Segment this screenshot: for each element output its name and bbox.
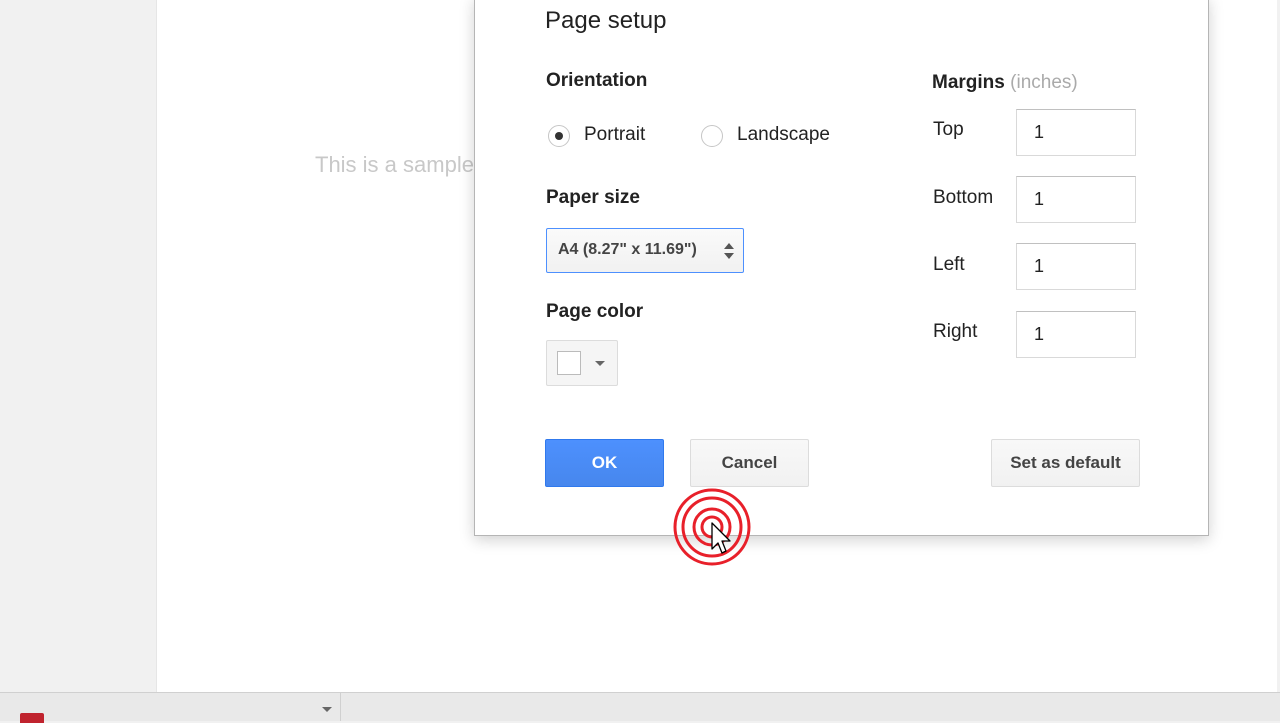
- margin-top-input[interactable]: [1016, 109, 1136, 156]
- margins-unit: (inches): [1010, 72, 1078, 93]
- margin-left-input[interactable]: [1016, 243, 1136, 290]
- cancel-button[interactable]: Cancel: [690, 439, 809, 487]
- ok-button[interactable]: OK: [545, 439, 664, 487]
- set-as-default-button[interactable]: Set as default: [991, 439, 1140, 487]
- portrait-radio[interactable]: [548, 125, 570, 147]
- color-swatch: [557, 351, 581, 375]
- page-color-label: Page color: [546, 301, 644, 322]
- landscape-radio[interactable]: [701, 125, 723, 147]
- margin-top-label: Top: [933, 119, 964, 140]
- taskbar: [0, 692, 1280, 723]
- chevron-down-icon[interactable]: [322, 707, 332, 712]
- margin-bottom-label: Bottom: [933, 187, 994, 208]
- document-body-text[interactable]: This is a sample: [315, 152, 474, 178]
- landscape-label[interactable]: Landscape: [737, 124, 830, 146]
- margin-right-input[interactable]: [1016, 311, 1136, 358]
- margin-right-label: Right: [933, 321, 978, 342]
- orientation-label: Orientation: [546, 70, 648, 91]
- margin-left-label: Left: [933, 254, 965, 275]
- margins-title: Margins: [932, 72, 1005, 93]
- select-arrows-icon: [724, 243, 734, 259]
- page-color-picker[interactable]: [546, 340, 618, 386]
- margins-label: Margins (inches): [932, 72, 1078, 94]
- page-setup-dialog: Page setup Orientation Portrait Landscap…: [474, 0, 1209, 536]
- paper-size-select[interactable]: A4 (8.27" x 11.69"): [546, 228, 744, 273]
- dialog-title: Page setup: [545, 7, 667, 34]
- app-icon: [20, 713, 44, 723]
- portrait-label[interactable]: Portrait: [584, 124, 645, 146]
- margin-bottom-input[interactable]: [1016, 176, 1136, 223]
- taskbar-item[interactable]: [0, 693, 341, 723]
- app-window: This is a sample Page setup Orientation …: [0, 0, 1280, 723]
- paper-size-label: Paper size: [546, 187, 640, 208]
- click-indicator-icon: [673, 488, 751, 566]
- paper-size-value: A4 (8.27" x 11.69"): [558, 241, 697, 258]
- chevron-down-icon: [595, 361, 605, 366]
